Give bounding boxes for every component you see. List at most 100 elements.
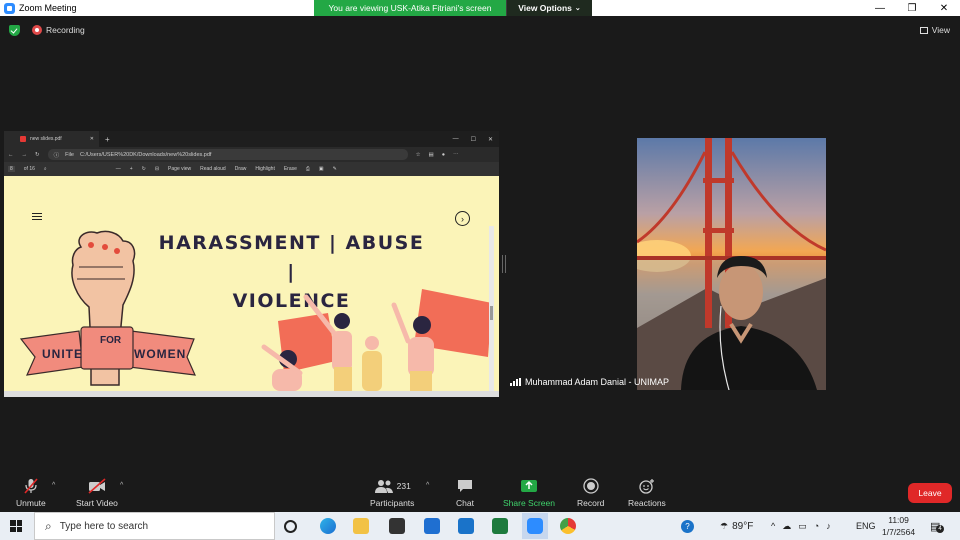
store-icon[interactable]	[389, 518, 405, 534]
language-indicator[interactable]: ENG	[856, 512, 876, 540]
microphone-muted-icon	[23, 478, 39, 494]
participants-count: 231	[396, 481, 411, 491]
record-icon	[583, 478, 599, 494]
video-options-chevron-icon[interactable]: ^	[120, 482, 123, 489]
browser-window-controls: — ☐ ✕	[453, 136, 493, 143]
browser-maximize-icon[interactable]: ☐	[471, 136, 476, 143]
pdf-vertical-scrollbar[interactable]	[489, 226, 494, 397]
print-icon[interactable]: ⎙	[306, 166, 310, 172]
recording-icon	[32, 25, 42, 35]
marching-women-illustration	[261, 289, 492, 391]
close-button[interactable]: ✕	[928, 0, 960, 16]
more-icon[interactable]: ⋯	[453, 152, 459, 158]
browser-close-icon[interactable]: ✕	[488, 136, 493, 143]
weather-icon: ☂	[720, 520, 729, 531]
onedrive-icon[interactable]: ☁	[782, 521, 791, 532]
participant-video[interactable]	[637, 138, 826, 390]
video-off-icon	[87, 478, 107, 494]
windows-taskbar: ⌕ Type here to search ? ☂ 89°F ^ ☁ ▭ ◔ ♪…	[0, 512, 960, 540]
browser-minimize-icon[interactable]: —	[453, 136, 459, 143]
page-count: of 16	[23, 166, 35, 172]
fit-page-icon[interactable]: ⊟	[155, 166, 159, 172]
collections-icon[interactable]: ▤	[429, 152, 434, 158]
maximize-button[interactable]: ❐	[896, 0, 928, 16]
browser-tab[interactable]: new slides.pdf ✕	[4, 131, 99, 147]
weather-widget[interactable]: ☂ 89°F	[720, 512, 753, 540]
notifications-button[interactable]: ▤ 4	[930, 512, 944, 540]
url-field[interactable]: ⓘ File C:/Users/USER%20DK/Downloads/new%…	[47, 149, 408, 160]
clock-date: 1/7/2564	[882, 527, 916, 537]
new-tab-icon[interactable]: +	[105, 135, 110, 144]
notifications-count: 4	[936, 524, 944, 533]
page-view-button[interactable]: Page view	[168, 166, 191, 172]
taskbar-clock[interactable]: 11:09 1/7/2564	[882, 514, 915, 538]
refresh-icon[interactable]: ↻	[35, 152, 40, 158]
read-aloud-button[interactable]: Read aloud	[200, 166, 226, 172]
window-controls: — ❐ ✕	[864, 0, 960, 16]
view-button[interactable]: View	[919, 25, 950, 35]
participants-button[interactable]: 231 Participants	[370, 478, 414, 508]
clock-time: 11:09	[888, 515, 909, 525]
back-icon[interactable]: ←	[8, 152, 14, 158]
view-options-button[interactable]: View Options ⌄	[506, 0, 592, 16]
file-label: File	[65, 151, 74, 158]
windows-start-icon[interactable]	[10, 520, 22, 532]
record-button[interactable]: Record	[577, 478, 604, 508]
chat-icon	[457, 478, 473, 494]
chevron-up-icon[interactable]: ^	[771, 521, 775, 531]
shared-screen[interactable]: ▣ new slides.pdf ✕ + — ☐ ✕ ← → ↻ ⓘ File …	[4, 131, 499, 397]
recording-indicator[interactable]: Recording	[32, 25, 85, 35]
page-number-input[interactable]: 8	[8, 166, 15, 172]
share-screen-button[interactable]: Share Screen	[503, 478, 555, 508]
profile-icon[interactable]: ●	[442, 152, 445, 158]
pdf-horizontal-scrollbar[interactable]	[4, 391, 499, 397]
temperature: 89°F	[732, 520, 754, 532]
hamburger-menu-icon[interactable]	[32, 213, 42, 220]
system-tray-icons: ^ ☁ ▭ ◔ ♪	[771, 512, 831, 540]
taskbar-search-box[interactable]: ⌕ Type here to search	[34, 512, 275, 540]
favorites-icon[interactable]: ☆	[416, 152, 421, 158]
unmute-button[interactable]: Unmute	[16, 478, 46, 508]
erase-button[interactable]: Erase	[284, 166, 297, 172]
pin-icon[interactable]: ✎	[333, 166, 337, 172]
minimize-button[interactable]: —	[864, 0, 896, 16]
search-placeholder: Type here to search	[59, 520, 149, 532]
task-view-icon[interactable]	[284, 520, 297, 533]
unmute-label: Unmute	[16, 498, 46, 508]
wifi-icon[interactable]: ◔	[814, 521, 819, 531]
scrollbar-thumb[interactable]	[490, 306, 493, 320]
rotate-icon[interactable]: ↻	[142, 166, 146, 172]
reactions-button[interactable]: Reactions	[628, 478, 666, 508]
chrome-icon[interactable]	[560, 518, 576, 534]
find-icon[interactable]: ⌕	[44, 166, 47, 172]
battery-icon[interactable]: ▭	[798, 521, 807, 532]
tab-close-icon[interactable]: ✕	[90, 136, 94, 142]
zoom-in-icon[interactable]: +	[130, 166, 133, 172]
next-slide-icon[interactable]: ›	[455, 211, 470, 226]
file-explorer-icon[interactable]	[353, 518, 369, 534]
connection-signal-icon	[510, 378, 521, 386]
info-icon: ⓘ	[53, 152, 60, 159]
draw-button[interactable]: Draw	[235, 166, 247, 172]
chat-label: Chat	[456, 498, 474, 508]
save-icon[interactable]: ▣	[319, 166, 324, 172]
start-video-button[interactable]: Start Video	[76, 478, 118, 508]
highlight-button[interactable]: Highlight	[255, 166, 274, 172]
search-icon: ⌕	[45, 518, 52, 533]
leave-button[interactable]: Leave	[908, 483, 952, 503]
edge-browser-icon[interactable]	[320, 518, 336, 534]
mail-icon[interactable]	[458, 518, 474, 534]
dropbox-icon[interactable]	[424, 518, 440, 534]
reactions-label: Reactions	[628, 498, 666, 508]
participants-options-chevron-icon[interactable]: ^	[426, 482, 429, 489]
help-icon[interactable]: ?	[681, 512, 694, 540]
zoom-taskbar-icon[interactable]	[522, 513, 548, 539]
security-shield-icon[interactable]	[9, 25, 20, 36]
volume-icon[interactable]: ♪	[826, 521, 831, 531]
audio-options-chevron-icon[interactable]: ^	[52, 482, 55, 489]
zoom-out-icon[interactable]: —	[116, 166, 121, 172]
chat-button[interactable]: Chat	[456, 478, 474, 508]
excel-icon[interactable]	[492, 518, 508, 534]
forward-icon[interactable]: →	[22, 152, 28, 158]
panel-splitter-handle[interactable]	[502, 255, 506, 273]
